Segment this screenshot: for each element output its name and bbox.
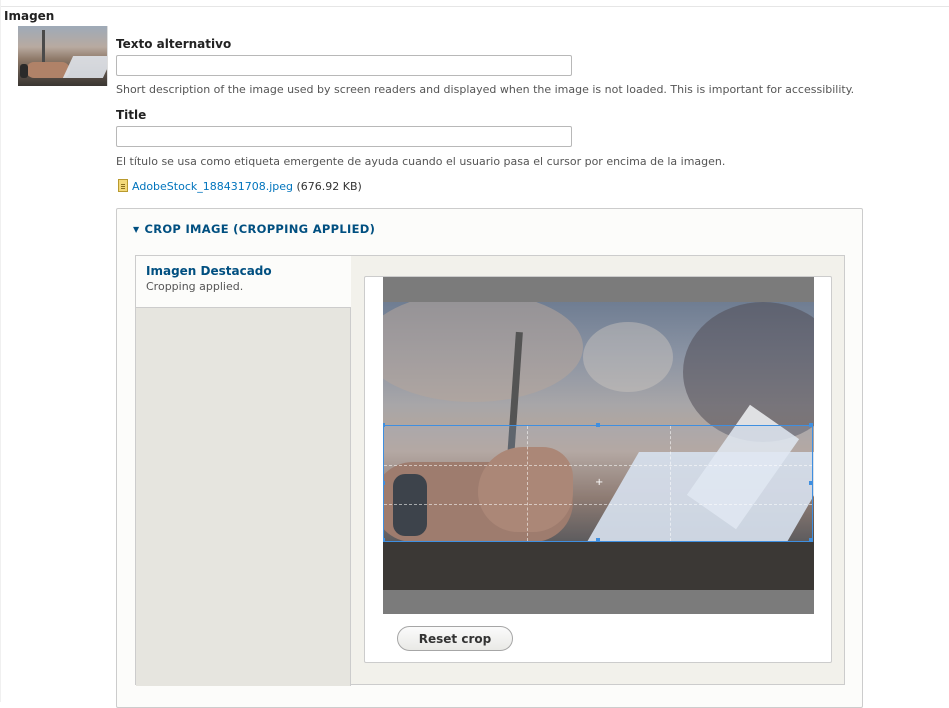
crop-handle-e[interactable]	[809, 481, 813, 485]
crop-handle-ne[interactable]	[809, 423, 813, 427]
crop-summary-label: CROP IMAGE (CROPPING APPLIED)	[144, 222, 376, 236]
crop-handle-n[interactable]	[596, 423, 600, 427]
title-input[interactable]	[116, 126, 572, 147]
crop-handle-se[interactable]	[809, 538, 813, 542]
crop-grid-line	[527, 426, 528, 541]
alt-text-label: Texto alternativo	[116, 37, 232, 51]
vertical-tab-title: Imagen Destacado	[146, 264, 272, 278]
crop-handle-nw[interactable]	[383, 423, 385, 427]
crop-selection-box[interactable]: +	[383, 423, 813, 542]
title-description: El título se usa como etiqueta emergente…	[116, 155, 726, 168]
crop-center-marker: +	[595, 477, 604, 488]
crop-handle-s[interactable]	[596, 538, 600, 542]
image-thumbnail	[18, 26, 108, 86]
crop-canvas: +	[383, 277, 814, 614]
crop-grid-line	[384, 504, 812, 505]
left-edge	[0, 0, 1, 702]
crop-vertical-tabs: Imagen Destacado Cropping applied. + Res…	[135, 255, 845, 686]
crop-image-details: ▼ CROP IMAGE (CROPPING APPLIED) Imagen De…	[116, 208, 863, 708]
file-link[interactable]: AdobeStock_188431708.jpeg	[132, 180, 293, 193]
crop-grid-line	[384, 465, 812, 466]
crop-grid-line	[670, 426, 671, 541]
vertical-tab-status: Cropping applied.	[146, 280, 244, 293]
file-info: AdobeStock_188431708.jpeg (676.92 KB)	[118, 179, 362, 193]
crop-handle-w[interactable]	[383, 481, 385, 485]
top-divider	[0, 6, 949, 7]
field-label: Imagen	[4, 9, 55, 23]
alt-text-description: Short description of the image used by s…	[116, 83, 855, 96]
crop-handle-sw[interactable]	[383, 538, 385, 542]
vertical-tab-imagen-destacado[interactable]: Imagen Destacado Cropping applied.	[136, 256, 351, 307]
image-file-icon	[118, 179, 128, 192]
vertical-tabs-list-background	[136, 307, 351, 686]
crop-image-summary[interactable]: ▼ CROP IMAGE (CROPPING APPLIED)	[133, 222, 375, 236]
reset-crop-button[interactable]: Reset crop	[397, 626, 513, 651]
triangle-down-icon: ▼	[133, 225, 140, 234]
file-size: (676.92 KB)	[296, 180, 362, 193]
alt-text-input[interactable]	[116, 55, 572, 76]
title-label: Title	[116, 108, 147, 122]
crop-pane: + Reset crop	[364, 276, 832, 663]
